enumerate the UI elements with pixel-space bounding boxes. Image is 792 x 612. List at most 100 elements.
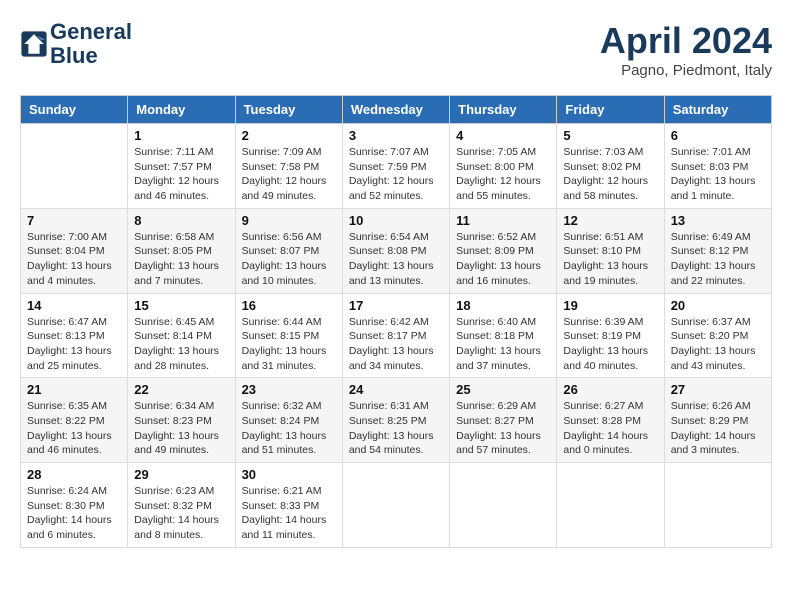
- calendar-day-cell: 27Sunrise: 6:26 AMSunset: 8:29 PMDayligh…: [664, 378, 771, 463]
- day-number: 8: [134, 213, 228, 228]
- day-number: 4: [456, 128, 550, 143]
- calendar-day-cell: [21, 124, 128, 209]
- day-info: Sunrise: 6:29 AMSunset: 8:27 PMDaylight:…: [456, 399, 550, 458]
- calendar-day-cell: 17 Sunrise: 6:42 AMSunset: 8:17 PMDayligh…: [342, 293, 449, 378]
- day-number: 14: [27, 298, 121, 313]
- calendar-day-cell: [664, 463, 771, 548]
- day-info: Sunrise: 6:39 AMSunset: 8:19 PMDaylight:…: [563, 315, 657, 374]
- day-number: 11: [456, 213, 550, 228]
- calendar-day-cell: 14 Sunrise: 6:47 AMSunset: 8:13 PMDayligh…: [21, 293, 128, 378]
- day-info: Sunrise: 7:11 AMSunset: 7:57 PMDaylight:…: [134, 145, 228, 204]
- calendar-body: 1 Sunrise: 7:11 AMSunset: 7:57 PMDaylight…: [21, 124, 772, 548]
- weekday-header-cell: Wednesday: [342, 96, 449, 124]
- day-info: Sunrise: 6:40 AMSunset: 8:18 PMDaylight:…: [456, 315, 550, 374]
- day-number: 7: [27, 213, 121, 228]
- calendar-day-cell: [450, 463, 557, 548]
- logo-icon: [20, 30, 48, 58]
- calendar-day-cell: 6Sunrise: 7:01 AMSunset: 8:03 PMDaylight…: [664, 124, 771, 209]
- calendar-day-cell: 19 Sunrise: 6:39 AMSunset: 8:19 PMDayligh…: [557, 293, 664, 378]
- calendar-day-cell: 18Sunrise: 6:40 AMSunset: 8:18 PMDayligh…: [450, 293, 557, 378]
- calendar-day-cell: 25 Sunrise: 6:29 AMSunset: 8:27 PMDayligh…: [450, 378, 557, 463]
- day-number: 13: [671, 213, 765, 228]
- day-info: Sunrise: 6:56 AMSunset: 8:07 PMDaylight:…: [242, 230, 336, 289]
- calendar-day-cell: 16 Sunrise: 6:44 AMSunset: 8:15 PMDayligh…: [235, 293, 342, 378]
- day-info: Sunrise: 6:26 AMSunset: 8:29 PMDaylight:…: [671, 399, 765, 458]
- day-number: 21: [27, 382, 121, 397]
- calendar-day-cell: 15 Sunrise: 6:45 AMSunset: 8:14 PMDayligh…: [128, 293, 235, 378]
- calendar-day-cell: 3Sunrise: 7:07 AMSunset: 7:59 PMDaylight…: [342, 124, 449, 209]
- day-number: 2: [242, 128, 336, 143]
- month-title: April 2024: [600, 20, 772, 62]
- weekday-header-row: SundayMondayTuesdayWednesdayThursdayFrid…: [21, 96, 772, 124]
- day-number: 1: [134, 128, 228, 143]
- day-number: 19: [563, 298, 657, 313]
- day-info: Sunrise: 6:31 AMSunset: 8:25 PMDaylight:…: [349, 399, 443, 458]
- logo: General Blue: [20, 20, 132, 68]
- day-info: Sunrise: 6:37 AMSunset: 8:20 PMDaylight:…: [671, 315, 765, 374]
- calendar-day-cell: 4 Sunrise: 7:05 AMSunset: 8:00 PMDaylight…: [450, 124, 557, 209]
- day-info: Sunrise: 6:44 AMSunset: 8:15 PMDaylight:…: [242, 315, 336, 374]
- day-number: 6: [671, 128, 765, 143]
- calendar-week-row: 21 Sunrise: 6:35 AMSunset: 8:22 PMDayligh…: [21, 378, 772, 463]
- day-info: Sunrise: 6:45 AMSunset: 8:14 PMDaylight:…: [134, 315, 228, 374]
- day-number: 9: [242, 213, 336, 228]
- day-info: Sunrise: 7:07 AMSunset: 7:59 PMDaylight:…: [349, 145, 443, 204]
- logo-text: General Blue: [50, 20, 132, 68]
- day-number: 20: [671, 298, 765, 313]
- calendar-day-cell: 10Sunrise: 6:54 AMSunset: 8:08 PMDayligh…: [342, 208, 449, 293]
- calendar-day-cell: 28 Sunrise: 6:24 AMSunset: 8:30 PMDayligh…: [21, 463, 128, 548]
- calendar-day-cell: 1 Sunrise: 7:11 AMSunset: 7:57 PMDaylight…: [128, 124, 235, 209]
- calendar-day-cell: 5Sunrise: 7:03 AMSunset: 8:02 PMDaylight…: [557, 124, 664, 209]
- day-number: 17: [349, 298, 443, 313]
- day-info: Sunrise: 6:35 AMSunset: 8:22 PMDaylight:…: [27, 399, 121, 458]
- day-info: Sunrise: 7:09 AMSunset: 7:58 PMDaylight:…: [242, 145, 336, 204]
- weekday-header-cell: Thursday: [450, 96, 557, 124]
- weekday-header-cell: Tuesday: [235, 96, 342, 124]
- day-number: 10: [349, 213, 443, 228]
- calendar-day-cell: 20 Sunrise: 6:37 AMSunset: 8:20 PMDayligh…: [664, 293, 771, 378]
- calendar-day-cell: [342, 463, 449, 548]
- calendar-table: SundayMondayTuesdayWednesdayThursdayFrid…: [20, 95, 772, 548]
- calendar-day-cell: 22 Sunrise: 6:34 AMSunset: 8:23 PMDayligh…: [128, 378, 235, 463]
- day-number: 28: [27, 467, 121, 482]
- calendar-day-cell: 9 Sunrise: 6:56 AMSunset: 8:07 PMDaylight…: [235, 208, 342, 293]
- weekday-header-cell: Saturday: [664, 96, 771, 124]
- day-info: Sunrise: 6:21 AMSunset: 8:33 PMDaylight:…: [242, 484, 336, 543]
- calendar-day-cell: 23Sunrise: 6:32 AMSunset: 8:24 PMDayligh…: [235, 378, 342, 463]
- day-number: 30: [242, 467, 336, 482]
- weekday-header-cell: Monday: [128, 96, 235, 124]
- title-block: April 2024 Pagno, Piedmont, Italy: [600, 20, 772, 79]
- day-info: Sunrise: 6:34 AMSunset: 8:23 PMDaylight:…: [134, 399, 228, 458]
- calendar-day-cell: 29Sunrise: 6:23 AMSunset: 8:32 PMDayligh…: [128, 463, 235, 548]
- calendar-day-cell: [557, 463, 664, 548]
- calendar-day-cell: 8 Sunrise: 6:58 AMSunset: 8:05 PMDaylight…: [128, 208, 235, 293]
- day-info: Sunrise: 7:00 AMSunset: 8:04 PMDaylight:…: [27, 230, 121, 289]
- calendar-day-cell: 11 Sunrise: 6:52 AMSunset: 8:09 PMDayligh…: [450, 208, 557, 293]
- day-number: 22: [134, 382, 228, 397]
- day-info: Sunrise: 6:58 AMSunset: 8:05 PMDaylight:…: [134, 230, 228, 289]
- day-info: Sunrise: 6:52 AMSunset: 8:09 PMDaylight:…: [456, 230, 550, 289]
- day-info: Sunrise: 6:47 AMSunset: 8:13 PMDaylight:…: [27, 315, 121, 374]
- calendar-day-cell: 26Sunrise: 6:27 AMSunset: 8:28 PMDayligh…: [557, 378, 664, 463]
- day-info: Sunrise: 6:49 AMSunset: 8:12 PMDaylight:…: [671, 230, 765, 289]
- day-number: 24: [349, 382, 443, 397]
- day-number: 16: [242, 298, 336, 313]
- day-number: 12: [563, 213, 657, 228]
- calendar-day-cell: 21 Sunrise: 6:35 AMSunset: 8:22 PMDayligh…: [21, 378, 128, 463]
- calendar-day-cell: 2 Sunrise: 7:09 AMSunset: 7:58 PMDaylight…: [235, 124, 342, 209]
- day-number: 15: [134, 298, 228, 313]
- calendar-day-cell: 13 Sunrise: 6:49 AMSunset: 8:12 PMDayligh…: [664, 208, 771, 293]
- day-info: Sunrise: 6:27 AMSunset: 8:28 PMDaylight:…: [563, 399, 657, 458]
- weekday-header-cell: Sunday: [21, 96, 128, 124]
- calendar-week-row: 14 Sunrise: 6:47 AMSunset: 8:13 PMDayligh…: [21, 293, 772, 378]
- calendar-week-row: 7 Sunrise: 7:00 AMSunset: 8:04 PMDaylight…: [21, 208, 772, 293]
- day-info: Sunrise: 6:24 AMSunset: 8:30 PMDaylight:…: [27, 484, 121, 543]
- location: Pagno, Piedmont, Italy: [600, 62, 772, 79]
- day-number: 23: [242, 382, 336, 397]
- day-number: 5: [563, 128, 657, 143]
- day-number: 25: [456, 382, 550, 397]
- day-info: Sunrise: 6:42 AMSunset: 8:17 PMDaylight:…: [349, 315, 443, 374]
- day-info: Sunrise: 7:05 AMSunset: 8:00 PMDaylight:…: [456, 145, 550, 204]
- page-header: General Blue April 2024 Pagno, Piedmont,…: [20, 20, 772, 79]
- day-number: 29: [134, 467, 228, 482]
